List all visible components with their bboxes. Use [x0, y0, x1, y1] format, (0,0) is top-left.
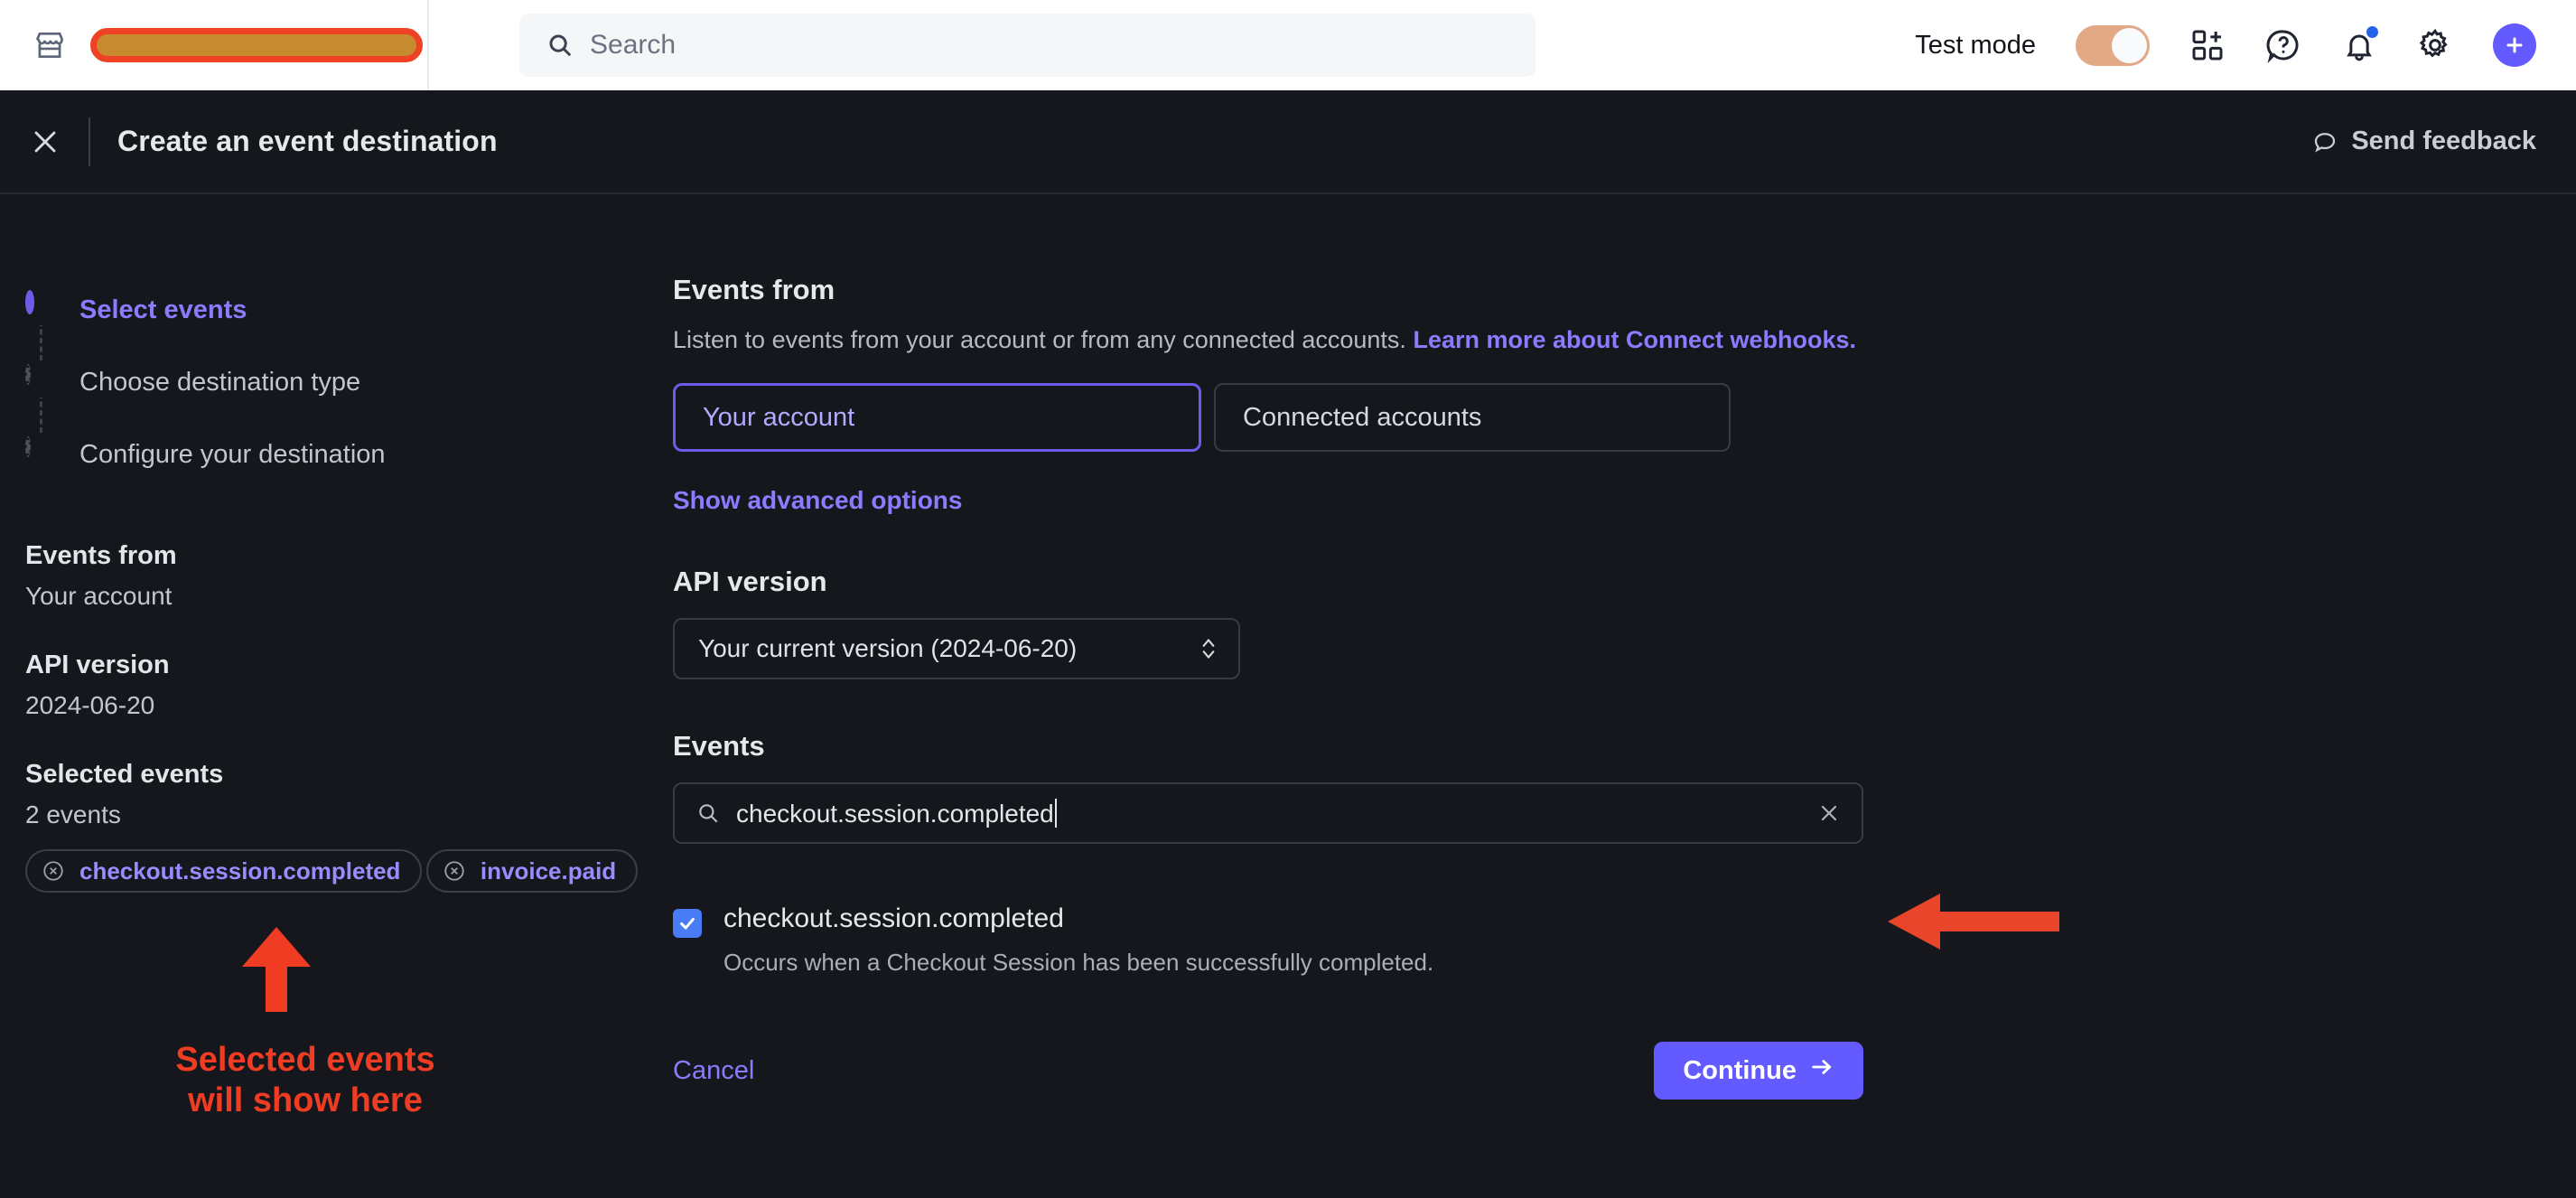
selected-event-label: checkout.session.completed — [79, 856, 401, 884]
option-your-account[interactable]: Your account — [673, 383, 1201, 452]
sidebar-step-select-events[interactable]: Select events — [25, 274, 673, 346]
events-from-description: Listen to events from your account or fr… — [673, 326, 1937, 354]
events-from-options: Your account Connected accounts — [673, 383, 1937, 452]
step-connector — [40, 321, 42, 360]
search-icon — [546, 32, 574, 59]
step-label: Choose destination type — [79, 367, 361, 397]
summary-title: Events from — [25, 541, 177, 570]
api-version-select[interactable]: Your current version (2024-06-20) — [673, 618, 1240, 679]
page-title: Create an event destination — [117, 125, 498, 157]
selected-event-pill[interactable]: invoice.paid — [425, 849, 639, 893]
continue-button[interactable]: Continue — [1654, 1042, 1863, 1100]
event-result-description: Occurs when a Checkout Session has been … — [723, 949, 1434, 976]
step-indicator-pending-icon — [25, 364, 56, 398]
notifications-bell-icon[interactable] — [2341, 26, 2378, 63]
send-feedback-button[interactable]: Send feedback — [2311, 126, 2536, 156]
summary-value: 2024-06-20 — [25, 691, 155, 719]
appbar-actions: Test mode — [1915, 0, 2576, 90]
summary-events-from: Events from Your account — [25, 541, 673, 611]
create-event-destination-panel: Create an event destination Send feedbac… — [0, 90, 2576, 1198]
connect-webhooks-link[interactable]: Learn more about Connect webhooks. — [1413, 326, 1856, 353]
toggle-knob — [2112, 27, 2147, 63]
annotation-arrow-left-icon — [1888, 890, 2059, 958]
option-label: Connected accounts — [1243, 402, 1482, 432]
step-indicator-active-icon — [25, 290, 56, 325]
annotation-arrow-up-icon — [235, 925, 673, 1016]
wizard-steps: Select events Choose destination type Co… — [25, 274, 673, 491]
header-divider — [89, 117, 90, 166]
selected-event-pill[interactable]: checkout.session.completed — [25, 849, 423, 893]
events-search-input[interactable]: checkout.session.completed — [673, 782, 1863, 844]
help-circle-icon[interactable] — [2265, 27, 2301, 64]
main-content: Events from Listen to events from your a… — [673, 194, 1937, 1121]
event-result-text: checkout.session.completed Occurs when a… — [723, 903, 1433, 977]
form-actions: Cancel Continue — [673, 1042, 1863, 1100]
check-icon — [680, 917, 695, 930]
events-from-description-text: Listen to events from your account or fr… — [673, 326, 1406, 353]
apps-add-icon[interactable] — [2189, 27, 2226, 63]
events-search-text: checkout.session.completed — [736, 799, 1054, 828]
wizard-summary: Events from Your account API version 202… — [25, 541, 673, 1121]
test-mode-toggle[interactable] — [2076, 24, 2150, 66]
events-label: Events — [673, 730, 765, 762]
global-search-input[interactable]: Search — [519, 14, 1535, 77]
summary-value: Your account — [25, 582, 173, 610]
top-app-bar: Search Test mode — [0, 0, 2576, 90]
event-checkbox[interactable] — [673, 909, 702, 938]
remove-circle-icon[interactable] — [443, 859, 466, 883]
notification-badge — [2366, 26, 2378, 38]
summary-selected-events: Selected events 2 events — [25, 760, 673, 829]
create-plus-icon[interactable] — [2493, 23, 2536, 67]
step-label: Select events — [79, 295, 247, 324]
chevron-updown-icon — [1197, 634, 1220, 663]
annotation-selected-events: Selected events will show here — [25, 925, 673, 1121]
panel-header: Create an event destination Send feedbac… — [0, 90, 2576, 194]
send-feedback-label: Send feedback — [2351, 126, 2536, 155]
cancel-button[interactable]: Cancel — [673, 1056, 754, 1086]
remove-circle-icon[interactable] — [42, 859, 65, 883]
step-indicator-pending-icon — [25, 436, 56, 470]
annotation-text: Selected events will show here — [175, 1041, 435, 1119]
chat-bubble-icon — [2315, 132, 2336, 152]
sidebar-step-configure-destination[interactable]: Configure your destination — [25, 418, 673, 491]
test-mode-label: Test mode — [1915, 30, 2036, 60]
search-icon — [696, 801, 720, 825]
wizard-sidebar: Select events Choose destination type Co… — [0, 194, 673, 1121]
clear-search-icon[interactable] — [1816, 800, 1842, 826]
selected-event-pill-list: checkout.session.completed invoice.paid — [25, 849, 673, 905]
api-version-label: API version — [673, 566, 827, 597]
events-from-title: Events from — [673, 274, 835, 305]
option-connected-accounts[interactable]: Connected accounts — [1214, 383, 1731, 452]
event-result-name: checkout.session.completed — [723, 903, 1064, 933]
selected-event-label: invoice.paid — [480, 856, 617, 884]
step-label: Configure your destination — [79, 439, 386, 469]
summary-value: 2 events — [25, 800, 121, 828]
summary-title: Selected events — [25, 760, 224, 789]
show-advanced-options-link[interactable]: Show advanced options — [673, 486, 962, 515]
event-result-row[interactable]: checkout.session.completed Occurs when a… — [673, 903, 1937, 977]
account-name-redacted[interactable] — [90, 28, 423, 62]
panel-body: Select events Choose destination type Co… — [0, 194, 2576, 1121]
settings-gear-icon[interactable] — [2417, 27, 2453, 63]
store-icon — [33, 28, 67, 62]
option-label: Your account — [703, 402, 855, 432]
sidebar-step-choose-destination-type[interactable]: Choose destination type — [25, 346, 673, 418]
summary-api-version: API version 2024-06-20 — [25, 650, 673, 720]
api-version-selected-value: Your current version (2024-06-20) — [698, 634, 1078, 662]
global-search-placeholder: Search — [590, 30, 677, 60]
appbar-account-section — [0, 0, 429, 90]
continue-button-label: Continue — [1683, 1055, 1797, 1085]
arrow-right-icon — [1809, 1054, 1834, 1087]
close-icon[interactable] — [27, 124, 63, 160]
step-connector — [40, 393, 42, 433]
text-caret — [1054, 798, 1057, 828]
events-search-value: checkout.session.completed — [736, 798, 1057, 828]
summary-title: API version — [25, 650, 170, 679]
